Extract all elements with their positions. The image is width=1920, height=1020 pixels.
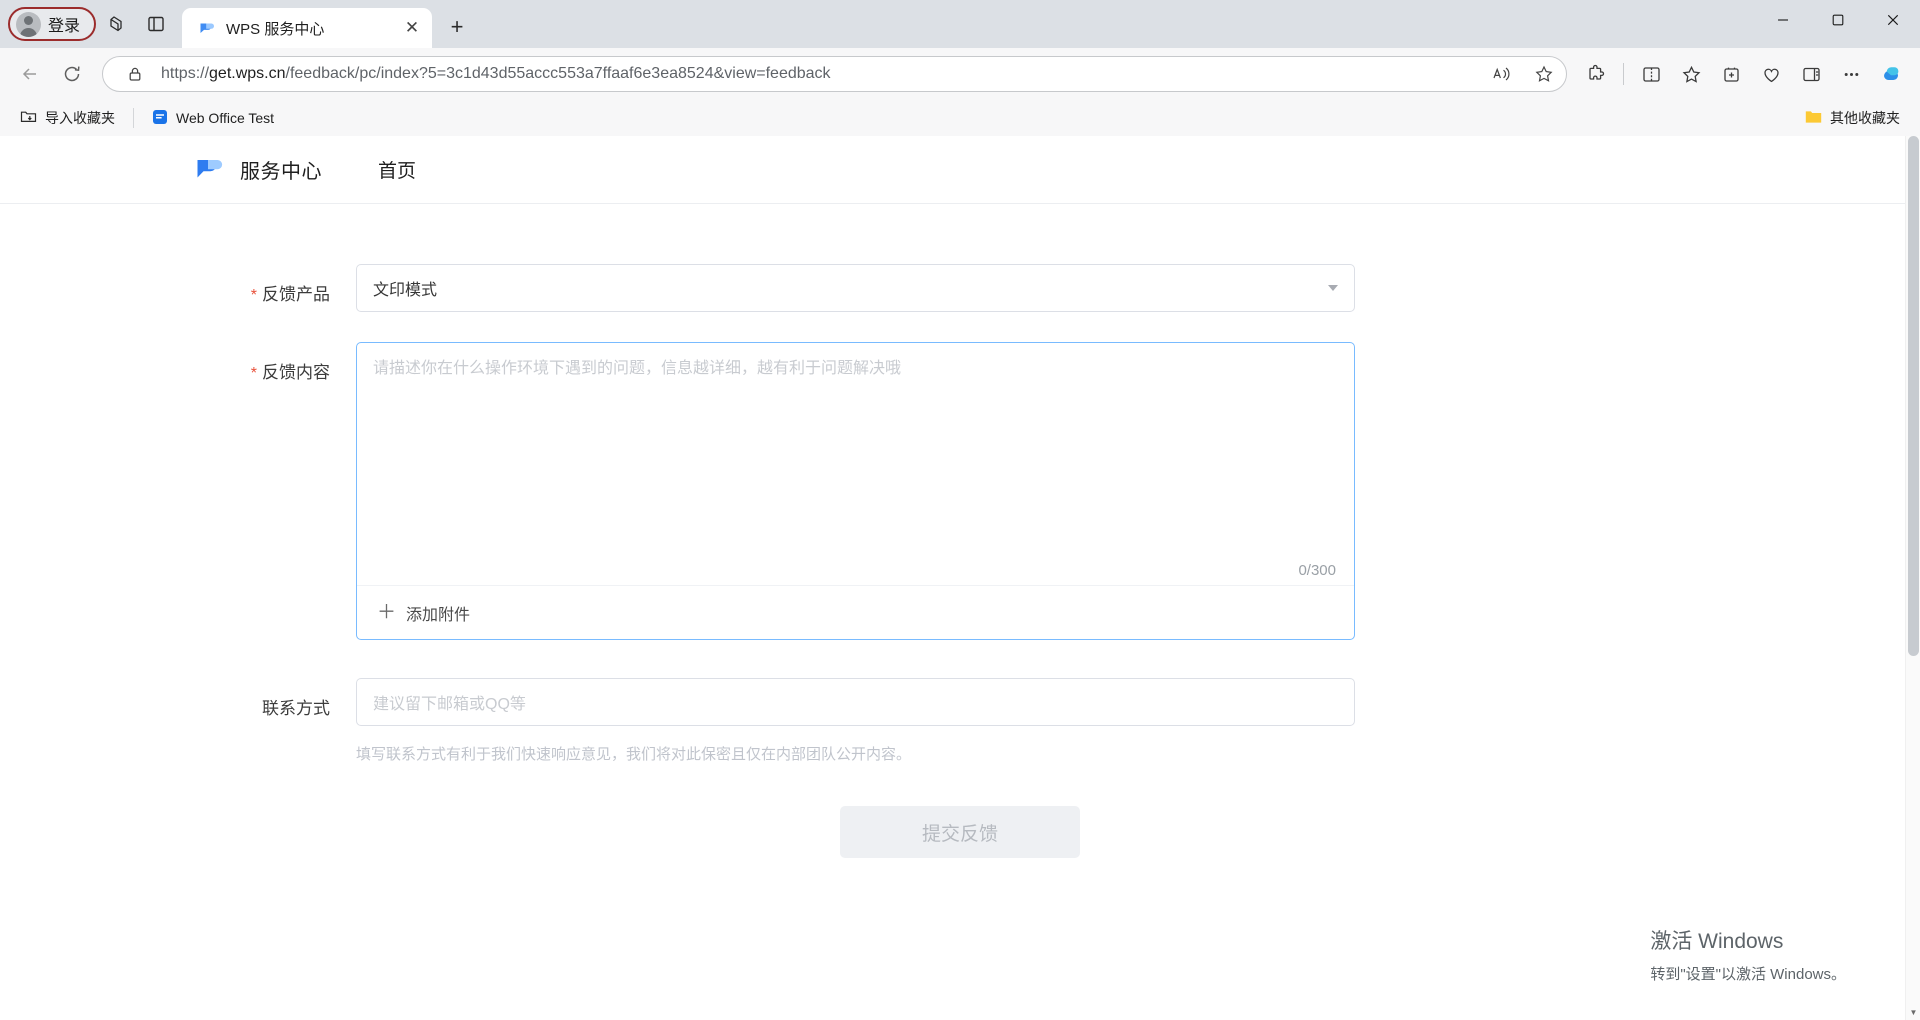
profile-signin-button[interactable]: 登录 [8, 7, 97, 41]
site-lock-icon[interactable] [119, 59, 151, 89]
browser-tab[interactable]: WPS 服务中心 ✕ [182, 8, 433, 48]
contact-label: 联系方式 [0, 678, 356, 764]
product-label-text: 反馈产品 [262, 285, 330, 304]
product-label: * 反馈产品 [0, 264, 356, 312]
contact-input[interactable]: 建议留下邮箱或QQ等 [356, 678, 1355, 726]
wps-favicon-icon [198, 19, 216, 37]
profile-signin-label: 登录 [48, 18, 81, 35]
scrollbar-thumb[interactable] [1908, 136, 1919, 656]
browser-toolbar: https://get.wps.cn/feedback/pc/index?5=3… [0, 48, 1920, 100]
product-control: 文印模式 [356, 264, 1355, 312]
content-char-counter: 0/300 [1298, 562, 1336, 579]
copilot-icon[interactable] [1872, 55, 1910, 93]
toolbar-divider [1623, 63, 1624, 85]
content-label-text: 反馈内容 [262, 363, 330, 382]
product-select-value: 文印模式 [373, 282, 438, 299]
submit-feedback-button[interactable]: 提交反馈 [840, 806, 1080, 858]
back-button-icon[interactable] [10, 54, 50, 94]
bookmarks-bar-right: 其他收藏夹 [1797, 105, 1908, 131]
sidebar-apps-icon[interactable] [1792, 55, 1830, 93]
window-maximize-button[interactable] [1810, 0, 1865, 40]
submit-row: 提交反馈 [0, 806, 1920, 858]
split-screen-toolbar-icon[interactable] [1632, 55, 1670, 93]
chevron-down-icon [1328, 285, 1338, 291]
add-attachment-button[interactable]: ＋ 添加附件 [377, 601, 470, 625]
read-aloud-icon[interactable] [1486, 59, 1518, 89]
import-favorites-label: 导入收藏夹 [45, 110, 115, 126]
reload-button-icon[interactable] [52, 54, 92, 94]
contact-placeholder: 建议留下邮箱或QQ等 [373, 696, 526, 713]
form-row-product: * 反馈产品 文印模式 [0, 264, 1920, 312]
web-office-favicon-icon [152, 109, 168, 128]
address-bar-url[interactable]: https://get.wps.cn/feedback/pc/index?5=3… [161, 65, 1476, 83]
scroll-down-arrow-icon[interactable]: ▼ [1906, 1005, 1920, 1020]
new-tab-button[interactable]: + [440, 10, 474, 44]
import-folder-icon [20, 108, 37, 128]
add-attachment-label: 添加附件 [406, 606, 471, 624]
nav-home-link[interactable]: 首页 [378, 156, 416, 183]
site-name-label: 服务中心 [240, 161, 322, 183]
window-close-button[interactable] [1865, 0, 1920, 40]
collections-toolbar-icon[interactable] [1712, 55, 1750, 93]
plus-icon: ＋ [377, 602, 397, 623]
favorites-icon[interactable] [1672, 55, 1710, 93]
split-screen-icon[interactable] [136, 7, 176, 41]
other-favorites-button[interactable]: 其他收藏夹 [1797, 105, 1908, 131]
bookmark-label: Web Office Test [176, 110, 275, 126]
contact-label-text: 联系方式 [262, 699, 330, 718]
tab-collections-icon[interactable] [96, 7, 136, 41]
bookmark-web-office-test[interactable]: Web Office Test [144, 105, 282, 131]
content-control: 请描述你在什么操作环境下遇到的问题，信息越详细，越有利于问题解决哦 0/300 … [356, 342, 1355, 640]
browser-essentials-icon[interactable] [1752, 55, 1790, 93]
content-placeholder: 请描述你在什么操作环境下遇到的问题，信息越详细，越有利于问题解决哦 [373, 360, 902, 377]
site-header: 服务中心 首页 [0, 136, 1920, 204]
wps-logo-icon [196, 157, 226, 183]
form-row-content: * 反馈内容 请描述你在什么操作环境下遇到的问题，信息越详细，越有利于问题解决哦 … [0, 342, 1920, 640]
watermark-title: 激活 Windows [1650, 930, 1784, 953]
more-options-icon[interactable] [1832, 55, 1870, 93]
window-controls [1755, 0, 1920, 40]
content-textarea-wrapper[interactable]: 请描述你在什么操作环境下遇到的问题，信息越详细，越有利于问题解决哦 0/300 … [356, 342, 1355, 640]
bookmarks-bar: 导入收藏夹 Web Office Test 其他收藏夹 [0, 100, 1920, 136]
browser-tab-title: WPS 服务中心 [226, 20, 325, 38]
import-favorites-button[interactable]: 导入收藏夹 [12, 105, 123, 131]
content-required-star: * [250, 365, 257, 382]
other-favorites-label: 其他收藏夹 [1830, 110, 1900, 126]
address-bar[interactable]: https://get.wps.cn/feedback/pc/index?5=3… [102, 56, 1567, 92]
browser-window: 登录 WPS 服务中心 ✕ + https://get.wps.cn/feedb… [0, 0, 1920, 1020]
watermark-subtitle: 转到"设置"以激活 Windows。 [1650, 966, 1846, 983]
tab-close-icon[interactable]: ✕ [400, 16, 424, 40]
feedback-form: * 反馈产品 文印模式 * 反馈内容 请描述你在什么操作环境下遇到的问题，信息越… [0, 204, 1920, 858]
page-viewport: 服务中心 首页 * 反馈产品 文印模式 * 反馈内容 请描述你在什么操作环境下遇… [0, 136, 1920, 1020]
content-textarea[interactable]: 请描述你在什么操作环境下遇到的问题，信息越详细，越有利于问题解决哦 0/300 [357, 343, 1354, 585]
product-required-star: * [250, 287, 257, 304]
avatar-icon [16, 11, 41, 37]
content-attachment-footer: ＋ 添加附件 [357, 585, 1354, 639]
browser-titlebar: 登录 WPS 服务中心 ✕ + [0, 0, 1920, 48]
product-select[interactable]: 文印模式 [356, 264, 1355, 312]
window-minimize-button[interactable] [1755, 0, 1810, 40]
content-label: * 反馈内容 [0, 342, 356, 640]
extensions-icon[interactable] [1577, 55, 1615, 93]
contact-hint: 填写联系方式有利于我们快速响应意见，我们将对此保密且仅在内部团队公开内容。 [356, 746, 912, 763]
add-favorite-star-icon[interactable] [1528, 59, 1560, 89]
form-row-contact: 联系方式 建议留下邮箱或QQ等 填写联系方式有利于我们快速响应意见，我们将对此保… [0, 678, 1920, 764]
bookmarks-divider [133, 108, 134, 128]
page-scrollbar[interactable]: ▲ ▼ [1905, 136, 1920, 1020]
other-folder-icon [1805, 109, 1822, 127]
contact-control: 建议留下邮箱或QQ等 填写联系方式有利于我们快速响应意见，我们将对此保密且仅在内… [356, 678, 1355, 764]
windows-activation-watermark: 激活 Windows 转到"设置"以激活 Windows。 [1650, 925, 1846, 984]
